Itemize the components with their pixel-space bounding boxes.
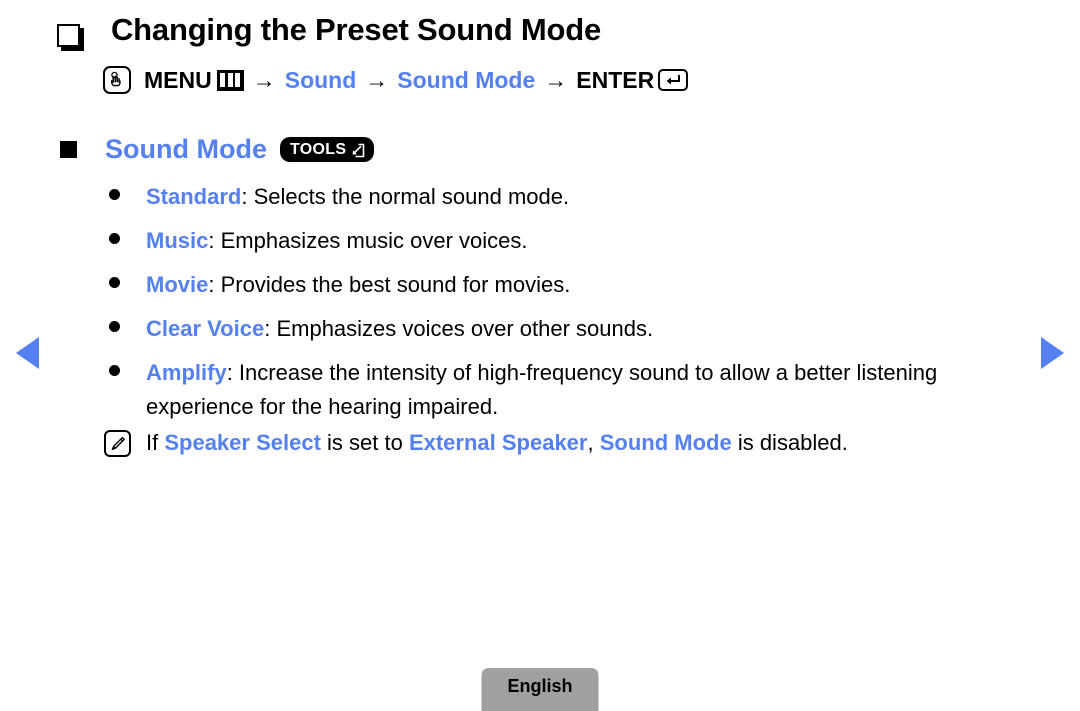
bullet-dot-icon (109, 277, 120, 289)
section-title-text: Sound Mode (105, 134, 267, 164)
mode-separator: : (226, 360, 239, 386)
mode-description: Provides the best sound for movies. (220, 272, 571, 298)
note-prefix: If (146, 430, 165, 455)
list-item: Amplify: Increase the intensity of high-… (109, 356, 1009, 424)
mode-description: Emphasizes music over voices. (220, 228, 528, 254)
list-item-text: Standard: Selects the normal sound mode. (146, 180, 569, 214)
hand-pointer-icon (103, 66, 131, 94)
enter-return-icon (658, 69, 689, 91)
note-callout: If Speaker Select is set to External Spe… (104, 428, 848, 459)
enter-label: ENTER (576, 66, 655, 93)
mode-separator: : (241, 184, 254, 209)
path-arrow-2: → (365, 66, 389, 93)
mode-name: Standard (146, 184, 242, 209)
mode-description: Selects the normal sound mode. (253, 184, 570, 209)
solid-square-bullet-icon (60, 141, 77, 158)
mode-separator: : (208, 272, 221, 298)
path-arrow-1: → (252, 66, 276, 93)
manual-page: Changing the Preset Sound Mode MENU → So… (0, 0, 1080, 711)
sound-mode-list: Standard: Selects the normal sound mode.… (109, 180, 1009, 435)
section-heading: Sound Mode TOOLS (60, 134, 375, 165)
bullet-dot-icon (109, 189, 120, 200)
note-mid-1: is set to (320, 430, 409, 455)
next-page-arrow[interactable] (1041, 337, 1064, 369)
mode-separator: : (208, 228, 221, 254)
menu-label: MENU (144, 66, 212, 93)
note-text: If Speaker Select is set to External Spe… (146, 428, 848, 459)
list-item: Clear Voice: Emphasizes voices over othe… (109, 312, 1009, 346)
path-step-sound-mode: Sound Mode (397, 66, 536, 93)
list-item: Movie: Provides the best sound for movie… (109, 268, 1009, 302)
bullet-dot-icon (109, 321, 120, 333)
menu-grid-icon (216, 69, 244, 91)
menu-path: MENU → Sound → Sound Mode → ENTER (103, 66, 689, 94)
bullet-dot-icon (109, 365, 120, 377)
hollow-square-bullet-icon (57, 24, 80, 47)
note-pencil-icon (104, 430, 131, 457)
path-arrow-3: → (544, 66, 568, 93)
language-tab-label: English (507, 676, 573, 696)
tools-badge-label: TOOLS (289, 140, 347, 158)
list-item-text: Music: Emphasizes music over voices. (146, 224, 527, 258)
previous-page-arrow[interactable] (16, 337, 39, 369)
tools-arrow-icon (349, 142, 365, 158)
bullet-dot-icon (109, 233, 120, 245)
note-mid-2: , (587, 430, 600, 455)
note-term-sound-mode: Sound Mode (599, 430, 732, 455)
note-suffix: is disabled. (731, 430, 848, 455)
list-item: Standard: Selects the normal sound mode. (109, 180, 1009, 214)
list-item-text: Movie: Provides the best sound for movie… (146, 268, 570, 302)
page-title-text: Changing the Preset Sound Mode (111, 12, 602, 47)
note-term-speaker-select: Speaker Select (164, 430, 321, 455)
list-item-text: Amplify: Increase the intensity of high-… (146, 356, 1009, 424)
list-item-text: Clear Voice: Emphasizes voices over othe… (146, 312, 653, 346)
mode-name: Amplify (146, 360, 227, 386)
path-step-sound: Sound (284, 66, 357, 93)
mode-description: Emphasizes voices over other sounds. (276, 316, 654, 342)
mode-name: Movie (146, 272, 209, 298)
note-term-external-speaker: External Speaker (408, 430, 588, 455)
mode-name: Music (146, 228, 209, 254)
mode-name: Clear Voice (146, 316, 265, 342)
mode-description: Increase the intensity of high-frequency… (146, 360, 938, 420)
tools-badge[interactable]: TOOLS (279, 137, 375, 162)
page-title: Changing the Preset Sound Mode (57, 12, 601, 49)
mode-separator: : (264, 316, 277, 342)
list-item: Music: Emphasizes music over voices. (109, 224, 1009, 258)
